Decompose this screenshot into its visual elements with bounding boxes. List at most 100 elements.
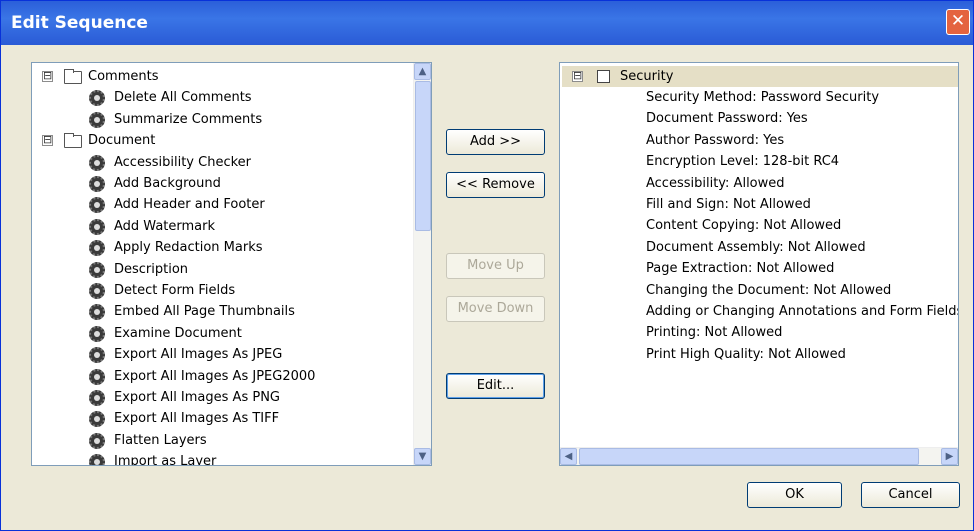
security-detail-row: Accessibility: Allowed bbox=[646, 175, 785, 191]
gear-icon bbox=[89, 304, 105, 321]
gear-icon bbox=[89, 283, 105, 299]
tree-item-row[interactable]: Examine Document bbox=[32, 323, 412, 344]
tree-item-label: Detect Form Fields bbox=[114, 283, 236, 298]
add-button-label: Add >> bbox=[469, 134, 522, 149]
gear-icon bbox=[89, 197, 105, 214]
close-icon[interactable]: ✕ bbox=[946, 9, 970, 35]
tree-item-row[interactable]: Flatten Layers bbox=[32, 430, 412, 451]
add-button[interactable]: Add >> bbox=[446, 129, 545, 155]
tree-item-row[interactable]: Add Background bbox=[32, 173, 412, 194]
tree-item-label: Add Watermark bbox=[114, 218, 216, 234]
gear-icon bbox=[89, 154, 105, 171]
gear-icon bbox=[89, 240, 105, 257]
gear-icon bbox=[89, 390, 105, 406]
tree-item-label: Import as Layer bbox=[114, 454, 217, 466]
gear-icon bbox=[89, 411, 105, 428]
dialog-title: Edit Sequence bbox=[11, 13, 148, 33]
tree-item-row[interactable]: Export All Images As JPEG bbox=[32, 344, 412, 365]
gear-icon bbox=[89, 347, 105, 364]
security-detail-row: Page Extraction: Not Allowed bbox=[646, 261, 835, 277]
scroll-thumb[interactable] bbox=[415, 81, 431, 231]
security-detail-row: Printing: Not Allowed bbox=[646, 325, 783, 341]
edit-button[interactable]: Edit... bbox=[446, 373, 545, 399]
tree-item-row[interactable]: Detect Form Fields bbox=[32, 280, 412, 301]
title-bar[interactable]: Edit Sequence ✕ bbox=[1, 1, 973, 45]
gear-icon bbox=[89, 325, 105, 342]
tree-item-label: Add Header and Footer bbox=[114, 197, 265, 213]
tree-item-row[interactable]: Delete All Comments bbox=[32, 87, 412, 108]
tree-item-label: Accessibility Checker bbox=[114, 154, 251, 170]
gear-icon bbox=[89, 454, 105, 465]
tree-item-row[interactable]: Import as Layer bbox=[32, 451, 412, 466]
tree-item-label: Examine Document bbox=[114, 325, 242, 341]
move-down-button[interactable]: Move Down bbox=[446, 296, 545, 322]
security-label: Security bbox=[620, 69, 674, 84]
tree-item-row[interactable]: Apply Redaction Marks bbox=[32, 237, 412, 258]
left-vertical-scrollbar[interactable]: ▲ ▼ bbox=[413, 63, 431, 465]
horizontal-scroll-thumb[interactable] bbox=[579, 448, 919, 465]
security-detail-row: Document Assembly: Not Allowed bbox=[646, 239, 866, 255]
gear-icon bbox=[89, 176, 105, 192]
gear-icon bbox=[89, 218, 105, 235]
gear-icon bbox=[89, 432, 105, 449]
gear-icon bbox=[89, 368, 105, 385]
security-detail-row: Encryption Level: 128-bit RC4 bbox=[646, 154, 840, 170]
security-detail-row: Changing the Document: Not Allowed bbox=[646, 282, 892, 298]
move-down-button-label: Move Down bbox=[457, 301, 534, 316]
tree-item-label: Export All Images As JPEG bbox=[114, 347, 283, 363]
tree-group-row[interactable]: ⊟ Document bbox=[32, 130, 412, 151]
tree-item-label: Export All Images As PNG bbox=[114, 390, 280, 405]
tree-item-label: Description bbox=[114, 261, 189, 277]
edit-button-label: Edit... bbox=[476, 378, 515, 393]
move-up-button-label: Move Up bbox=[467, 258, 524, 273]
tree-item-row[interactable]: Accessibility Checker bbox=[32, 152, 412, 173]
cancel-button-label: Cancel bbox=[888, 487, 933, 502]
ok-button-label: OK bbox=[785, 487, 804, 502]
tree-group-label: Comments bbox=[88, 69, 159, 84]
security-detail-row: Adding or Changing Annotations and Form … bbox=[646, 304, 959, 319]
tree-item-row[interactable]: Add Watermark bbox=[32, 216, 412, 237]
collapse-icon[interactable]: ⊟ bbox=[572, 70, 583, 82]
right-horizontal-scrollbar[interactable]: ◀ ▶ bbox=[560, 447, 958, 465]
tree-group-label: Document bbox=[88, 133, 156, 149]
tree-item-row[interactable]: Description bbox=[32, 259, 412, 280]
available-commands-list[interactable]: ⊟ Comments Delete All Comments Summarize Co… bbox=[31, 62, 432, 466]
tree-item-label: Apply Redaction Marks bbox=[114, 240, 263, 256]
scroll-up-icon[interactable]: ▲ bbox=[414, 63, 431, 80]
security-checkbox[interactable] bbox=[597, 70, 610, 83]
security-detail-row: Print High Quality: Not Allowed bbox=[646, 346, 846, 362]
collapse-icon[interactable]: ⊟ bbox=[42, 134, 53, 147]
remove-button[interactable]: << Remove bbox=[446, 172, 545, 198]
tree-item-row[interactable]: Add Header and Footer bbox=[32, 194, 412, 215]
tree-item-row[interactable]: Export All Images As PNG bbox=[32, 387, 412, 408]
dialog-body: ⊟ Comments Delete All Comments Summarize Co… bbox=[1, 45, 973, 530]
gear-icon bbox=[89, 261, 105, 278]
folder-icon bbox=[64, 69, 82, 84]
gear-icon bbox=[89, 90, 105, 107]
security-row[interactable]: ⊟ Security bbox=[570, 66, 950, 87]
tree-item-row[interactable]: Export All Images As JPEG2000 bbox=[32, 366, 412, 387]
scroll-down-icon[interactable]: ▼ bbox=[414, 448, 431, 465]
security-detail-row: Fill and Sign: Not Allowed bbox=[646, 197, 811, 212]
tree-item-label: Add Background bbox=[114, 176, 221, 191]
tree-item-label: Export All Images As TIFF bbox=[114, 411, 280, 427]
remove-button-label: << Remove bbox=[456, 177, 535, 192]
tree-item-label: Delete All Comments bbox=[114, 90, 252, 106]
edit-sequence-dialog: Edit Sequence ✕ ⊟ Comments Delete All Comm… bbox=[0, 0, 974, 531]
scroll-right-icon[interactable]: ▶ bbox=[941, 448, 958, 465]
cancel-button[interactable]: Cancel bbox=[861, 482, 960, 508]
security-detail-row: Security Method: Password Security bbox=[646, 90, 880, 105]
tree-item-row[interactable]: Summarize Comments bbox=[32, 109, 412, 130]
collapse-icon[interactable]: ⊟ bbox=[42, 70, 53, 82]
tree-group-row[interactable]: ⊟ Comments bbox=[32, 66, 412, 87]
tree-item-row[interactable]: Export All Images As TIFF bbox=[32, 408, 412, 429]
tree-item-label: Summarize Comments bbox=[114, 111, 263, 127]
move-up-button[interactable]: Move Up bbox=[446, 253, 545, 279]
security-detail-row: Document Password: Yes bbox=[646, 111, 808, 127]
scroll-left-icon[interactable]: ◀ bbox=[560, 448, 577, 465]
tree-item-row[interactable]: Embed All Page Thumbnails bbox=[32, 301, 412, 322]
tree-item-label: Embed All Page Thumbnails bbox=[114, 304, 295, 320]
ok-button[interactable]: OK bbox=[747, 482, 842, 508]
sequence-commands-list[interactable]: ⊟ Security Security Method: Password Sec… bbox=[559, 62, 959, 466]
tree-item-label: Export All Images As JPEG2000 bbox=[114, 368, 316, 384]
